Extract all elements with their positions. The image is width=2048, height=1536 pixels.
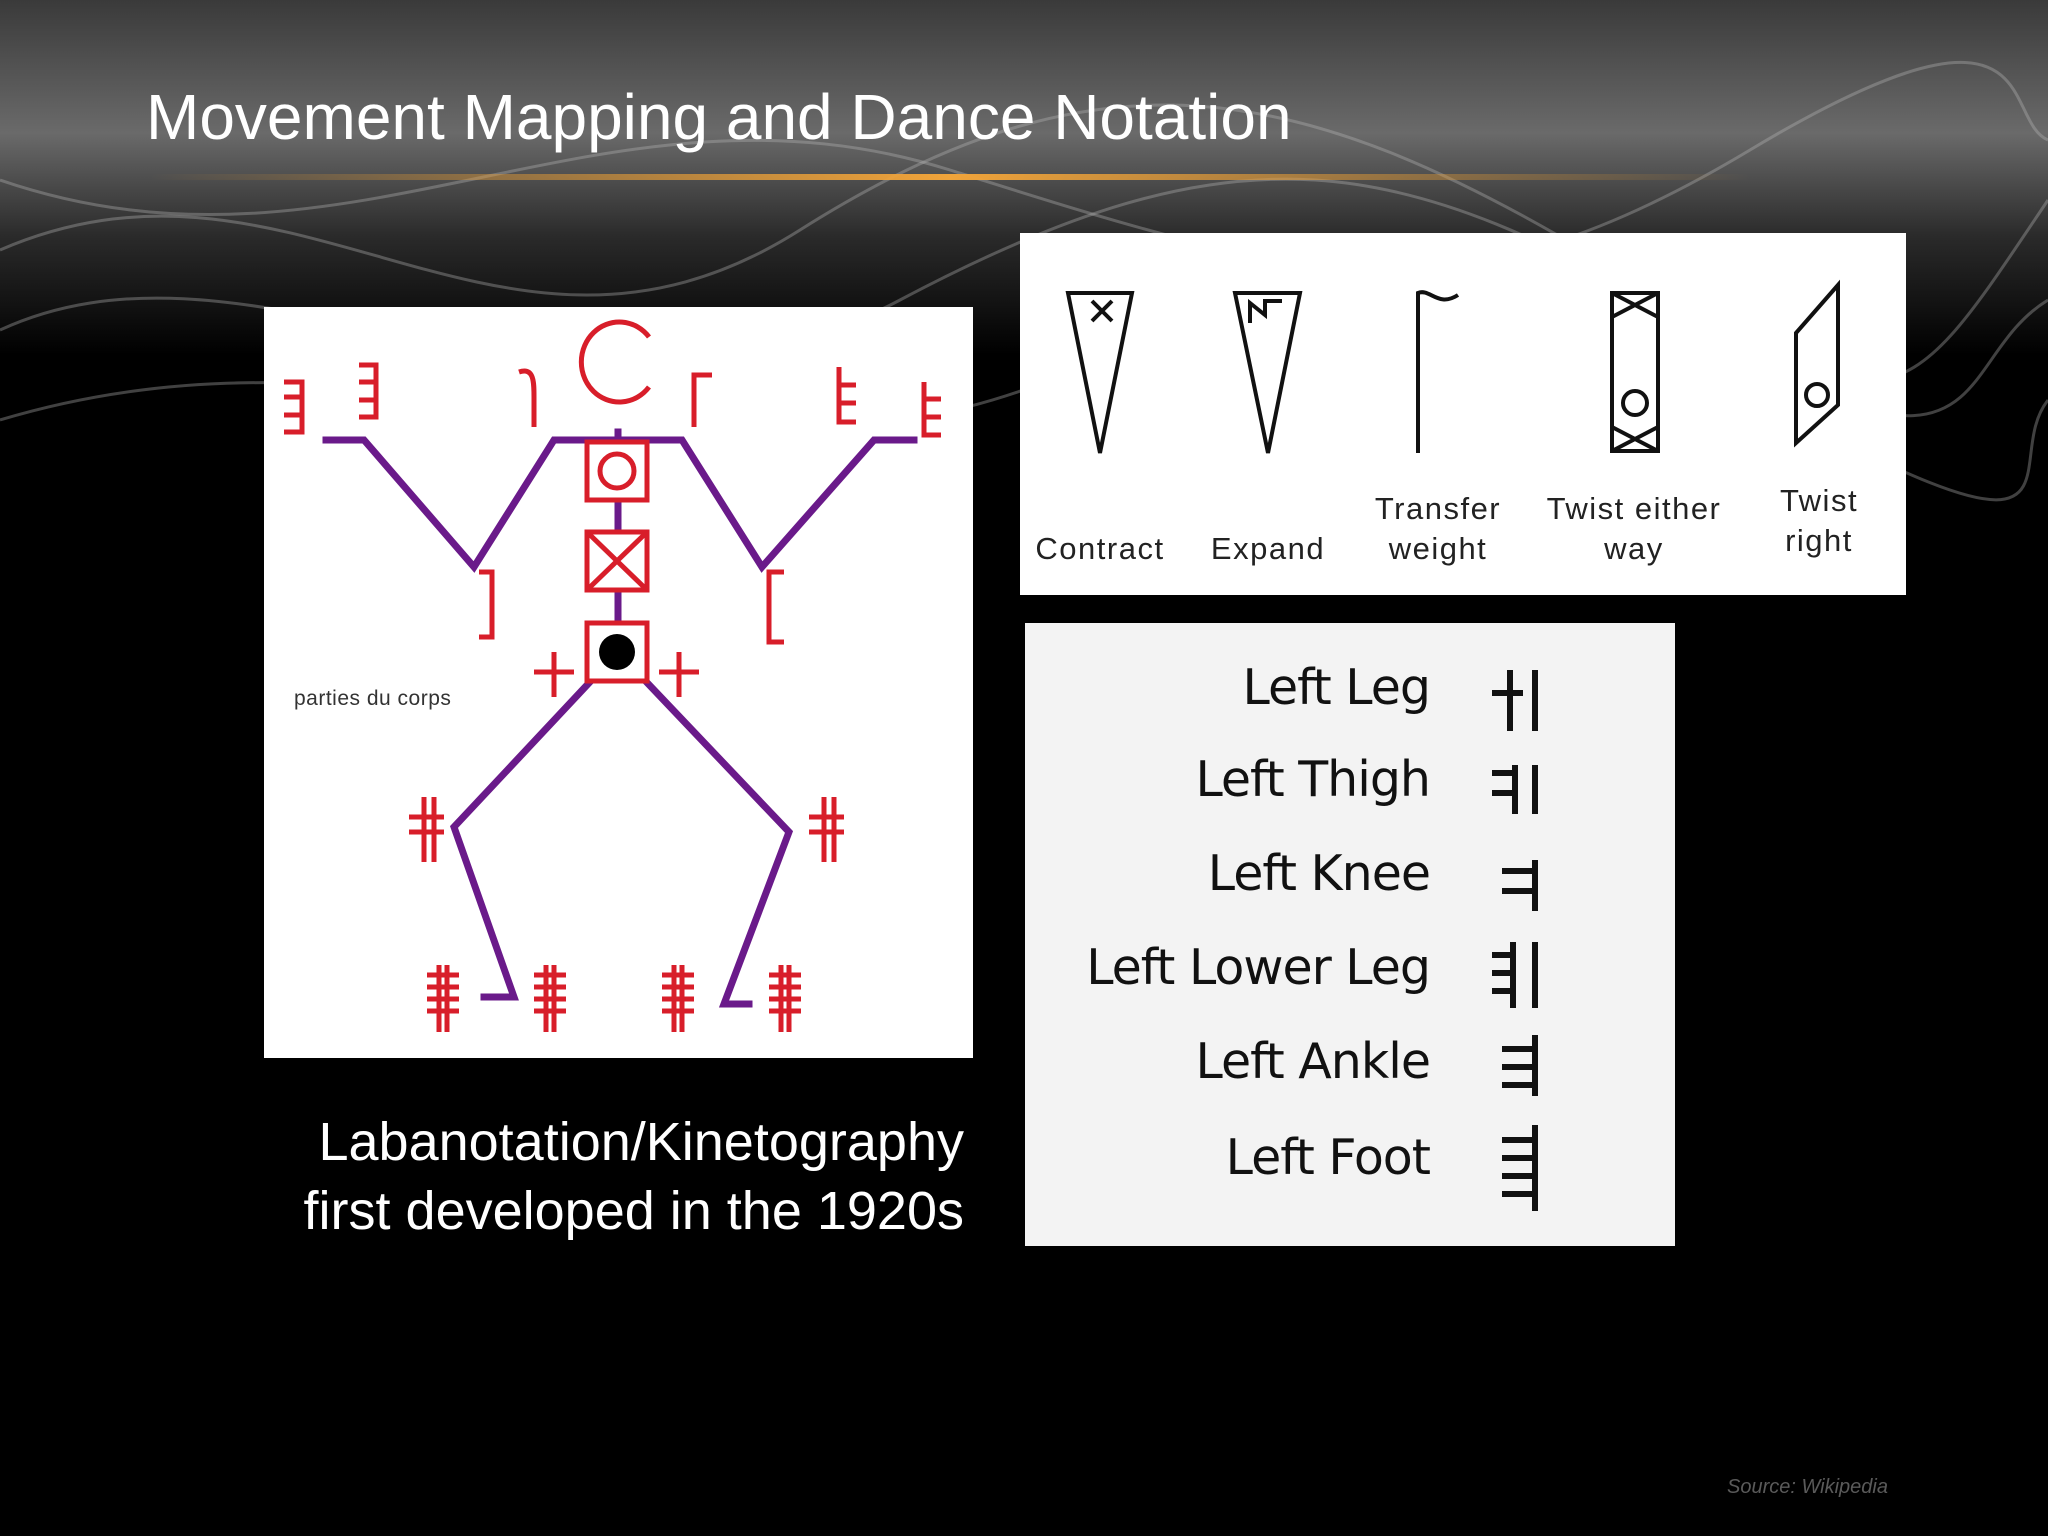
- caption-line-1: Labanotation/Kinetography: [318, 1112, 964, 1172]
- action-label-twist-either-way: Twist either way: [1546, 491, 1722, 566]
- body-figure-diagram: [284, 319, 941, 1032]
- body-part-symbols-image: Left Leg Left Thigh Left Knee Left Lower…: [1025, 623, 1675, 1246]
- action-symbols-image: Contract Expand Transfer weight Twist ei…: [1020, 233, 1906, 595]
- action-label-contract: Contract: [1035, 531, 1165, 566]
- action-label-transfer-weight: Transfer weight: [1374, 491, 1502, 566]
- slide-title: Movement Mapping and Dance Notation: [146, 81, 1292, 153]
- action-label-expand: Expand: [1210, 531, 1326, 566]
- center-of-gravity-dot: [599, 634, 635, 670]
- action-label-twist-right: Twist right: [1779, 483, 1859, 558]
- caption-line-2: first developed in the 1920s: [303, 1181, 964, 1241]
- accent-line: [150, 174, 1750, 180]
- body-part-symbols: [1492, 670, 1538, 1211]
- body-figure-image: parties du corps: [264, 307, 973, 1058]
- slide-caption: Labanotation/Kinetography first develope…: [150, 1108, 964, 1246]
- source-credit: Source: Wikipedia: [1726, 1476, 1888, 1498]
- figure-label: parties du corps: [294, 687, 452, 710]
